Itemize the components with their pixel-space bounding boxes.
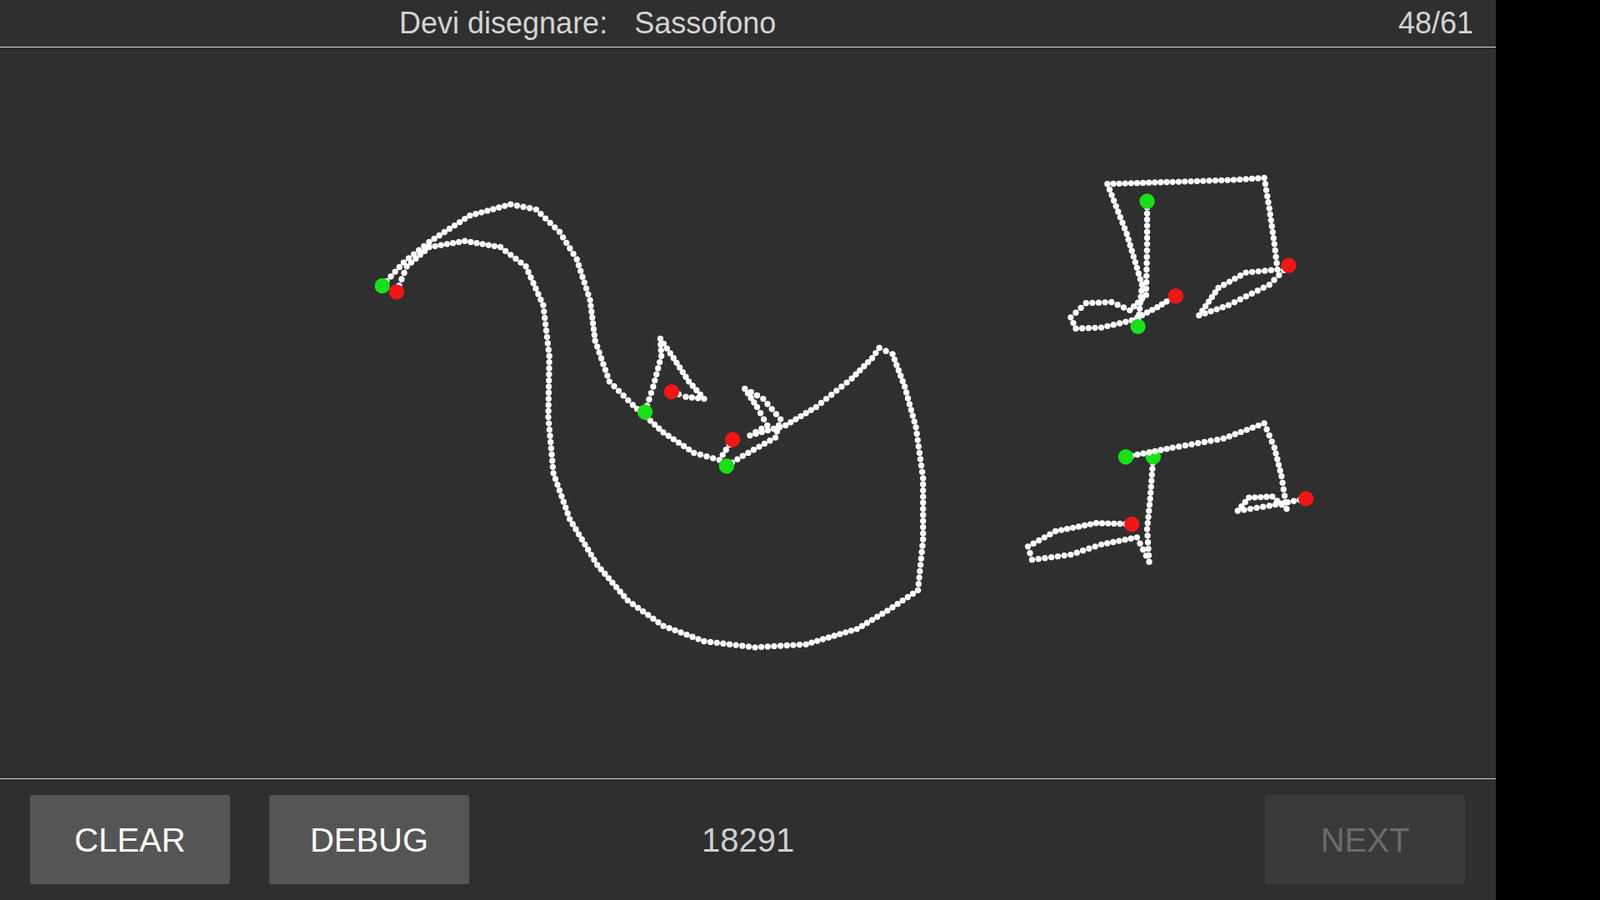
stroke-start-marker xyxy=(719,458,735,474)
stroke xyxy=(1025,449,1161,565)
top-bar: Devi disegnare: Sassofono 48/61 xyxy=(0,0,1496,48)
action-button[interactable]: DEBUG xyxy=(269,795,470,885)
stroke-end-marker xyxy=(1168,288,1184,304)
action-button[interactable]: CLEAR xyxy=(30,795,230,885)
stroke xyxy=(1067,193,1184,332)
stroke xyxy=(375,201,741,464)
target-word: Sassofono xyxy=(634,0,776,46)
drawing-canvas[interactable] xyxy=(0,47,1496,779)
stroke-end-marker xyxy=(1124,516,1140,532)
stroke-start-marker xyxy=(1130,319,1145,335)
stroke xyxy=(1104,175,1296,335)
stroke-start-marker xyxy=(637,404,653,420)
stroke-end-marker xyxy=(389,284,405,300)
score-counter: 18291 xyxy=(701,815,795,865)
prompt-label: Devi disegnare: xyxy=(399,0,608,46)
stroke xyxy=(1118,420,1315,514)
stroke xyxy=(389,238,927,651)
stroke-start-marker xyxy=(375,278,390,294)
sketch-drawing xyxy=(0,47,1496,777)
action-button: NEXT xyxy=(1265,795,1465,885)
stroke-start-marker xyxy=(1139,193,1155,209)
main-area: Devi disegnare: Sassofono 48/61 CLEAR DEBUG 1… xyxy=(0,0,1496,900)
bottom-bar: CLEAR DEBUG 18291 NEXT xyxy=(0,778,1496,900)
stroke xyxy=(637,335,708,420)
progress-counter: 48/61 xyxy=(1398,0,1474,46)
stroke-end-marker xyxy=(1298,490,1314,506)
app-screen: Devi disegnare: Sassofono 48/61 CLEAR DEBUG 1… xyxy=(0,0,1600,900)
stroke-end-marker xyxy=(1280,257,1296,273)
stroke-start-marker xyxy=(1118,449,1134,465)
stroke-end-marker xyxy=(664,384,680,400)
stroke-end-marker xyxy=(725,431,740,447)
